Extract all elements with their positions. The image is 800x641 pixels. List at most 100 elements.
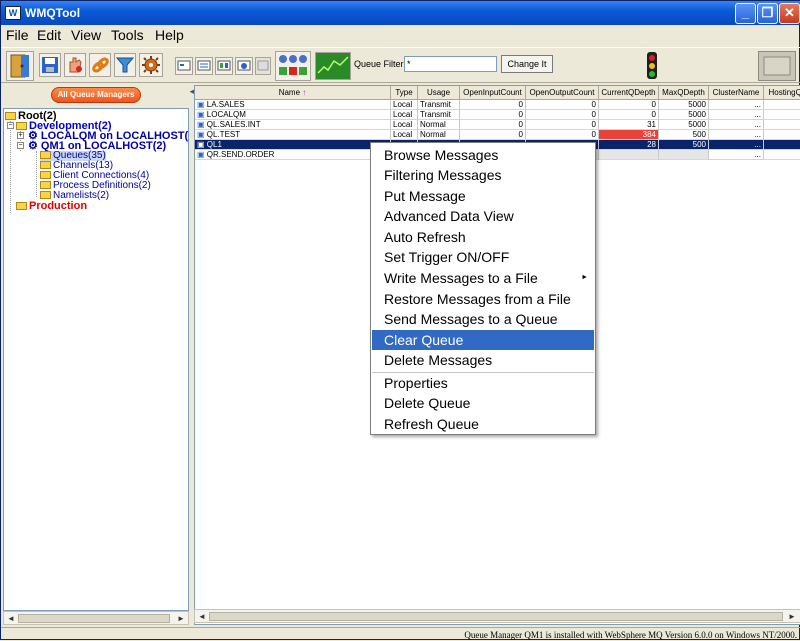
window-title: WMQTool — [25, 6, 81, 20]
table-cell-usage: Normal — [418, 130, 460, 140]
title-bar[interactable]: W WMQTool _ ❐ ✕ — [1, 1, 800, 25]
menu-item-delete-queue[interactable]: Delete Queue — [372, 393, 594, 413]
status-bar: Queue Manager QM1 is installed with WebS… — [1, 627, 800, 641]
column-header-name[interactable]: Name ↑ — [195, 86, 391, 100]
scroll-right-arrow[interactable]: ► — [175, 613, 187, 624]
table-cell-name-selected[interactable]: ▣ QL1 — [195, 140, 391, 150]
table-horizontal-scrollbar[interactable]: ◄ ► — [194, 609, 800, 623]
column-header-type[interactable]: Type — [391, 86, 418, 100]
folder-icon — [40, 151, 51, 159]
menu-item-write-messages-to-file[interactable]: Write Messages to a File ► — [372, 268, 594, 288]
table-cell-current-depth: 0 — [599, 100, 659, 110]
expand-toggle[interactable]: + — [17, 132, 24, 139]
folder-icon — [5, 112, 16, 120]
menu-file[interactable]: File — [6, 27, 29, 43]
menu-item-refresh-queue[interactable]: Refresh Queue — [372, 414, 594, 434]
menu-item-restore-messages[interactable]: Restore Messages from a File — [372, 289, 594, 309]
scroll-right-arrow[interactable]: ► — [786, 611, 798, 622]
table-cell-hosting-qm — [764, 110, 800, 120]
wmq-app-icon: W — [5, 6, 21, 20]
table-cell-name[interactable]: ▣ LOCALQM — [195, 110, 391, 120]
view-small-icon[interactable] — [175, 57, 193, 75]
save-icon[interactable] — [39, 53, 61, 77]
panel-icon[interactable] — [758, 51, 796, 81]
menu-item-advanced-data-view[interactable]: Advanced Data View — [372, 206, 594, 226]
status-lights-icon[interactable] — [275, 51, 311, 81]
table-cell-current-depth — [599, 150, 659, 160]
menu-help[interactable]: Help — [155, 27, 184, 43]
table-cell-name[interactable]: ▣ LA.SALES — [195, 100, 391, 110]
all-queue-managers-button[interactable]: All Queue Managers — [51, 87, 141, 103]
table-cell-type: Local — [391, 110, 418, 120]
table-cell-cluster: ... — [709, 100, 764, 110]
menu-item-auto-refresh[interactable]: Auto Refresh — [372, 227, 594, 247]
menu-edit[interactable]: Edit — [37, 27, 61, 43]
table-cell-open-output: 0 — [526, 120, 599, 130]
menu-item-clear-queue[interactable]: Clear Queue — [372, 330, 594, 350]
column-header-open-input-count[interactable]: OpenInputCount — [460, 86, 526, 100]
column-header-current-qdepth[interactable]: CurrentQDepth — [599, 86, 659, 100]
settings-gear-icon[interactable] — [139, 53, 163, 77]
table-cell-max-depth — [659, 150, 709, 160]
table-cell-name[interactable]: ▣ QL.TEST — [195, 130, 391, 140]
view-details-icon[interactable] — [215, 57, 233, 75]
maximize-button[interactable]: ❐ — [757, 3, 778, 24]
folder-icon — [40, 181, 51, 189]
menu-item-set-trigger[interactable]: Set Trigger ON/OFF — [372, 247, 594, 267]
scroll-left-arrow[interactable]: ◄ — [5, 613, 17, 624]
tree-node-production[interactable]: Production — [16, 201, 87, 212]
view-list-icon[interactable] — [195, 57, 213, 75]
menu-item-send-messages-to-queue[interactable]: Send Messages to a Queue — [372, 309, 594, 329]
table-cell-name[interactable]: ▣ QR.SEND.ORDER — [195, 150, 391, 160]
exit-door-icon[interactable] — [6, 51, 34, 81]
table-cell-open-input: 0 — [460, 100, 526, 110]
column-header-max-qdepth[interactable]: MaxQDepth — [659, 86, 709, 100]
table-cell-cluster: ... — [709, 120, 764, 130]
sort-ascending-icon: ↑ — [302, 88, 307, 97]
table-cell-usage: Normal — [418, 120, 460, 130]
menu-item-put-message[interactable]: Put Message — [372, 186, 594, 206]
filter-funnel-icon[interactable] — [114, 53, 136, 77]
column-header-hosting-qm[interactable]: HostingQM — [764, 86, 800, 100]
menu-item-filtering-messages[interactable]: Filtering Messages — [372, 165, 594, 185]
change-it-button[interactable]: Change It — [501, 55, 553, 73]
folder-icon — [16, 122, 27, 130]
traffic-light-icon — [641, 51, 663, 81]
table-cell-hosting-qm — [764, 140, 800, 150]
menu-item-delete-messages[interactable]: Delete Messages — [372, 350, 594, 370]
hand-icon[interactable] — [64, 53, 86, 77]
collapse-toggle[interactable]: − — [17, 142, 24, 149]
table-cell-type: Local — [391, 130, 418, 140]
view-grid-icon[interactable] — [255, 57, 271, 75]
queue-icon: ▣ — [197, 120, 207, 129]
table-cell-usage: Transmit — [418, 100, 460, 110]
queue-icon: ▣ — [197, 150, 207, 159]
table-cell-cluster: ... — [709, 150, 764, 160]
column-header-usage[interactable]: Usage — [418, 86, 460, 100]
minimize-button[interactable]: _ — [735, 3, 756, 24]
menu-item-browse-messages[interactable]: Browse Messages — [372, 145, 594, 165]
table-cell-max-depth: 500 — [659, 130, 709, 140]
menu-tools[interactable]: Tools — [111, 27, 144, 43]
link-icon[interactable] — [89, 53, 111, 77]
table-cell-open-output: 0 — [526, 100, 599, 110]
scroll-thumb[interactable] — [209, 612, 783, 621]
collapse-toggle[interactable]: − — [7, 122, 14, 129]
table-cell-name[interactable]: ▣ QL.SALES.INT — [195, 120, 391, 130]
menu-item-properties[interactable]: Properties — [372, 373, 594, 393]
column-header-open-output-count[interactable]: OpenOutputCount — [526, 86, 599, 100]
queue-filter-input[interactable] — [404, 56, 497, 72]
view-image-icon[interactable] — [235, 57, 253, 75]
folder-icon — [40, 161, 51, 169]
scroll-left-arrow[interactable]: ◄ — [196, 611, 208, 622]
table-cell-current-depth-alert: 384 — [599, 130, 659, 140]
menu-bar: File Edit View Tools Help — [1, 25, 800, 47]
close-button[interactable]: ✕ — [779, 3, 800, 24]
queue-filter-label: Queue Filter: — [354, 59, 407, 69]
menu-view[interactable]: View — [71, 27, 101, 43]
tree-horizontal-scrollbar[interactable]: ◄ ► — [3, 611, 189, 625]
column-header-cluster-name[interactable]: ClusterName — [709, 86, 764, 100]
scroll-thumb[interactable] — [18, 614, 170, 623]
graph-icon[interactable] — [315, 52, 351, 80]
table-cell-current-depth: 31 — [599, 120, 659, 130]
